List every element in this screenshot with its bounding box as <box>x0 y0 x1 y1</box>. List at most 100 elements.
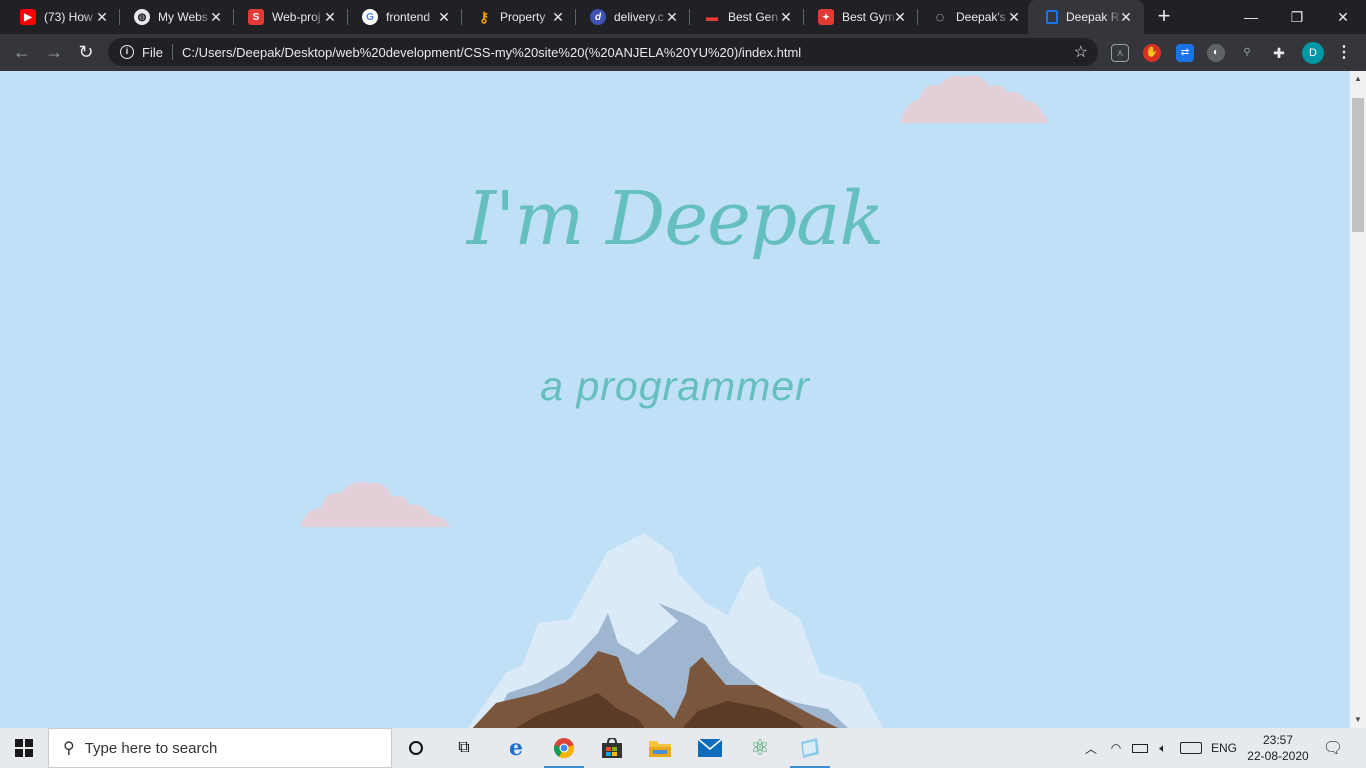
tab-title: frontend <box>386 10 431 24</box>
tab-title: Best Gen <box>728 10 779 24</box>
new-tab-button[interactable]: + <box>1152 5 1176 29</box>
reload-button[interactable]: ↻ <box>72 38 100 66</box>
close-tab-icon[interactable]: ✕ <box>94 9 110 25</box>
info-icon[interactable]: i <box>120 45 134 59</box>
keyboard-icon <box>1180 742 1202 754</box>
tab-title: Best Gym <box>842 10 895 24</box>
scrollbar-thumb[interactable] <box>1352 98 1364 232</box>
taskbar-search-box[interactable]: ⚲ Type here to search <box>48 728 392 768</box>
task-view-icon: ⧉ <box>458 739 470 756</box>
tab-deepak-active[interactable]: Deepak R ✕ <box>1028 0 1144 34</box>
battery-tray[interactable] <box>1128 728 1152 768</box>
clock-time: 23:57 <box>1262 733 1294 747</box>
gym-icon: ✦ <box>818 9 834 25</box>
tab-title: (73) How <box>44 10 93 24</box>
tab-title: delivery.c <box>614 10 664 24</box>
restore-button[interactable]: ❐ <box>1274 0 1320 34</box>
search-placeholder: Type here to search <box>84 739 218 757</box>
task-view-button[interactable]: ⧉ <box>440 728 488 768</box>
close-tab-icon[interactable]: ✕ <box>778 9 794 25</box>
chevron-up-icon: ︿ <box>1084 741 1097 756</box>
close-tab-icon[interactable]: ✕ <box>664 9 680 25</box>
folder-icon <box>649 741 671 757</box>
start-button[interactable] <box>0 728 48 768</box>
store-app[interactable] <box>588 728 636 768</box>
adblock-extension-icon[interactable]: ✋ <box>1143 44 1161 62</box>
tab-deepaks[interactable]: ◌ Deepak's ✕ <box>914 0 1032 34</box>
speaker-icon: 🔈︎ <box>1159 740 1167 755</box>
page-icon <box>1046 10 1058 24</box>
page-heading: I'm Deepak <box>466 176 885 262</box>
notes-icon <box>801 738 819 758</box>
color-picker-extension-icon[interactable]: ⚲ <box>1238 44 1256 62</box>
battery-icon <box>1132 743 1148 753</box>
action-center-button[interactable]: 🗨︎ <box>1318 728 1348 768</box>
address-bar[interactable]: i File C:/Users/Deepak/Desktop/web%20dev… <box>108 38 1098 66</box>
input-language-button[interactable]: ENG <box>1206 728 1242 768</box>
show-hidden-icons-button[interactable]: ︿ <box>1080 728 1102 768</box>
mountain-image <box>468 533 883 728</box>
tab-title: Deepak's <box>956 10 1006 24</box>
tab-delivery[interactable]: d delivery.c ✕ <box>572 0 690 34</box>
url-text[interactable]: C:/Users/Deepak/Desktop/web%20developmen… <box>182 45 801 60</box>
file-explorer-app[interactable] <box>636 728 684 768</box>
windows-taskbar: ⚲ Type here to search ⧉ e ⚛ ︿ ◠ 🔈︎ ENG 2… <box>0 728 1366 768</box>
page-scrollbar[interactable]: ▲ ▼ <box>1350 71 1366 728</box>
page-subheading: a programmer <box>540 363 810 409</box>
close-tab-icon[interactable]: ✕ <box>322 9 338 25</box>
mail-app[interactable] <box>686 728 734 768</box>
web-page-viewport: I'm Deepak a programmer <box>0 71 1350 728</box>
forward-button[interactable]: → <box>40 38 68 66</box>
profile-avatar[interactable]: D <box>1302 42 1324 64</box>
edge-icon: e <box>509 735 523 761</box>
close-tab-icon[interactable]: ✕ <box>1006 9 1022 25</box>
close-tab-icon[interactable]: ✕ <box>892 9 908 25</box>
wifi-icon: ◠ <box>1110 741 1122 755</box>
tab-my-website[interactable]: ◍ My Webs ✕ <box>116 0 234 34</box>
extensions-puzzle-icon[interactable]: ✚ <box>1270 44 1288 62</box>
notes-app[interactable] <box>786 728 834 768</box>
minimize-button[interactable]: — <box>1228 0 1274 34</box>
youtube-icon: ▶ <box>20 9 36 25</box>
tab-title: Property <box>500 10 546 24</box>
delivery-icon: d <box>590 9 606 25</box>
tab-youtube[interactable]: ▶ (73) How ✕ <box>2 0 120 34</box>
notification-icon: 🗨︎ <box>1322 740 1344 757</box>
chrome-app[interactable] <box>540 728 588 768</box>
translate-extension-icon[interactable]: ⇄ <box>1176 44 1194 62</box>
cortana-button[interactable] <box>392 728 440 768</box>
globe-icon: ◍ <box>134 9 150 25</box>
car-icon: ▬ <box>706 10 718 24</box>
touch-keyboard-button[interactable] <box>1176 728 1206 768</box>
tab-title: Web-proj <box>272 10 321 24</box>
tab-best-gen[interactable]: ▬ Best Gen ✕ <box>686 0 804 34</box>
mail-icon <box>698 739 722 757</box>
pdf-extension-icon[interactable]: ⋏ <box>1111 44 1129 62</box>
tab-strip: ▶ (73) How ✕ ◍ My Webs ✕ S Web-proj ✕ G … <box>0 0 1366 34</box>
tab-property[interactable]: ⚷ Property ✕ <box>458 0 576 34</box>
tab-best-gym[interactable]: ✦ Best Gym ✕ <box>800 0 918 34</box>
close-tab-icon[interactable]: ✕ <box>1118 9 1134 25</box>
cortana-icon <box>409 741 423 755</box>
store-icon <box>602 738 622 758</box>
web-project-icon: S <box>248 9 264 25</box>
close-tab-icon[interactable]: ✕ <box>550 9 566 25</box>
browser-toolbar: ← → ↻ i File C:/Users/Deepak/Desktop/web… <box>0 34 1366 71</box>
close-window-button[interactable]: ✕ <box>1320 0 1366 34</box>
scroll-up-arrow[interactable]: ▲ <box>1350 71 1366 87</box>
tab-web-project[interactable]: S Web-proj ✕ <box>230 0 348 34</box>
back-button[interactable]: ← <box>8 38 36 66</box>
tab-frontend[interactable]: G frontend ✕ <box>344 0 462 34</box>
scroll-down-arrow[interactable]: ▼ <box>1350 712 1366 728</box>
sync-extension-icon[interactable]: ◐ <box>1207 44 1225 62</box>
close-tab-icon[interactable]: ✕ <box>208 9 224 25</box>
bookmark-star-icon[interactable]: ☆ <box>1074 42 1088 62</box>
atom-app[interactable]: ⚛ <box>736 728 784 768</box>
close-tab-icon[interactable]: ✕ <box>436 9 452 25</box>
edge-app[interactable]: e <box>492 728 540 768</box>
chrome-menu-icon[interactable]: ⋮ <box>1336 42 1352 64</box>
google-icon: G <box>362 9 378 25</box>
network-tray[interactable]: ◠ <box>1104 728 1128 768</box>
system-clock[interactable]: 23:57 22-08-2020 <box>1240 732 1316 764</box>
volume-tray[interactable]: 🔈︎ <box>1152 728 1174 768</box>
